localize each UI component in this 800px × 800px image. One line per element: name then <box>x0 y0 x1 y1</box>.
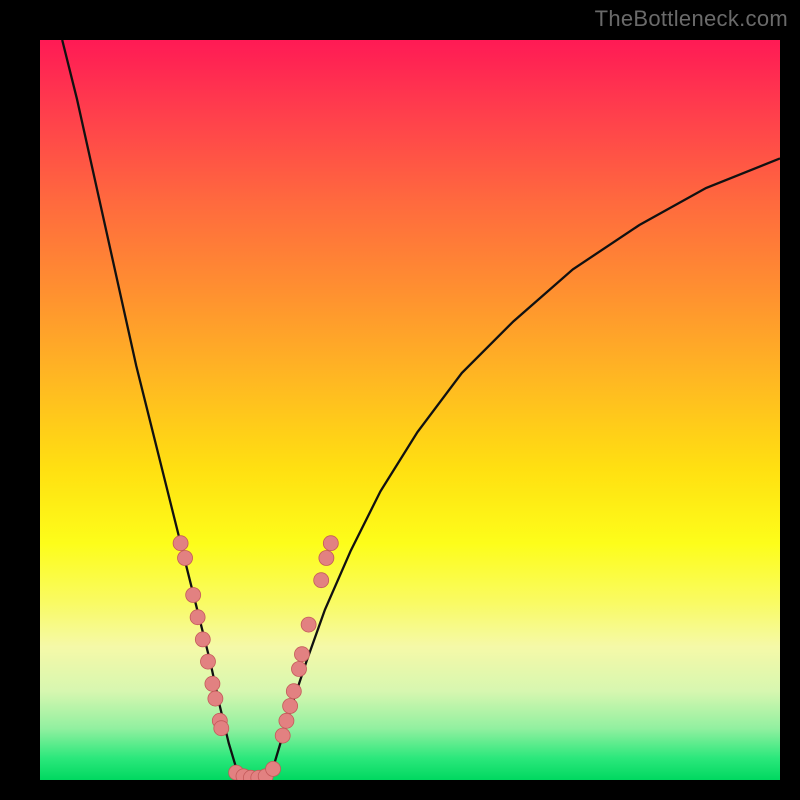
curve-left <box>62 40 240 780</box>
data-markers <box>173 536 338 780</box>
data-marker <box>314 573 329 588</box>
data-marker <box>275 728 290 743</box>
data-marker <box>186 588 201 603</box>
data-marker <box>294 647 309 662</box>
data-marker <box>279 713 294 728</box>
data-marker <box>283 699 298 714</box>
data-marker <box>301 617 316 632</box>
data-marker <box>178 551 193 566</box>
data-marker <box>292 662 307 677</box>
curve-right <box>269 158 780 780</box>
data-marker <box>214 721 229 736</box>
chart-overlay <box>40 40 780 780</box>
data-marker <box>266 761 281 776</box>
data-marker <box>323 536 338 551</box>
data-marker <box>319 551 334 566</box>
data-marker <box>195 632 210 647</box>
chart-frame: TheBottleneck.com <box>0 0 800 800</box>
data-marker <box>286 684 301 699</box>
data-marker <box>190 610 205 625</box>
watermark-text: TheBottleneck.com <box>595 6 788 32</box>
data-marker <box>200 654 215 669</box>
data-marker <box>173 536 188 551</box>
data-marker <box>208 691 223 706</box>
data-marker <box>205 676 220 691</box>
